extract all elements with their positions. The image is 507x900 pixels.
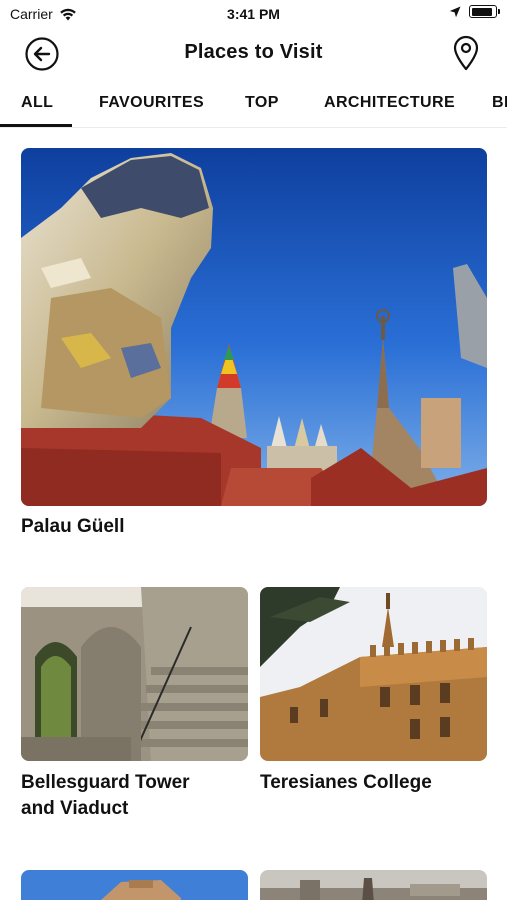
place-title-bellesguard-line2: and Viaduct [21, 798, 129, 819]
place-image-bellesguard[interactable] [21, 587, 248, 761]
place-image-4[interactable] [21, 870, 248, 900]
tab-architecture[interactable]: ARCHITECTURE [324, 94, 455, 112]
tab-all[interactable]: ALL [21, 94, 53, 112]
header: Places to Visit [0, 28, 507, 78]
page-title: Places to Visit [184, 41, 323, 63]
place-image-palau-guell[interactable] [21, 148, 487, 506]
place-title-palau-guell[interactable]: Palau Güell [21, 514, 487, 540]
place-title-bellesguard-line1: Bellesguard Tower [21, 772, 190, 793]
carrier-label: Carrier [10, 6, 53, 22]
place-title-bellesguard[interactable]: Bellesguard Tower and Viaduct [21, 770, 248, 822]
battery-fill [471, 7, 493, 16]
tab-top[interactable]: TOP [245, 94, 279, 112]
place-image-5[interactable] [260, 870, 487, 900]
tab-favourites[interactable]: FAVOURITES [99, 94, 204, 112]
tab-bi[interactable]: BI [492, 94, 507, 112]
battery-icon [469, 5, 500, 18]
status-right [449, 5, 500, 18]
tabs-divider [0, 127, 507, 128]
category-tabs: ALL FAVOURITES TOP ARCHITECTURE BI [0, 82, 507, 128]
place-image-teresianes[interactable] [260, 587, 487, 761]
map-button[interactable] [451, 34, 481, 72]
status-left: Carrier [10, 6, 77, 22]
place-title-teresianes[interactable]: Teresianes College [260, 770, 487, 796]
wifi-icon [59, 8, 76, 20]
map-pin-icon [453, 35, 479, 71]
location-arrow-icon [449, 6, 461, 17]
status-bar: Carrier 3:41 PM [0, 0, 507, 28]
